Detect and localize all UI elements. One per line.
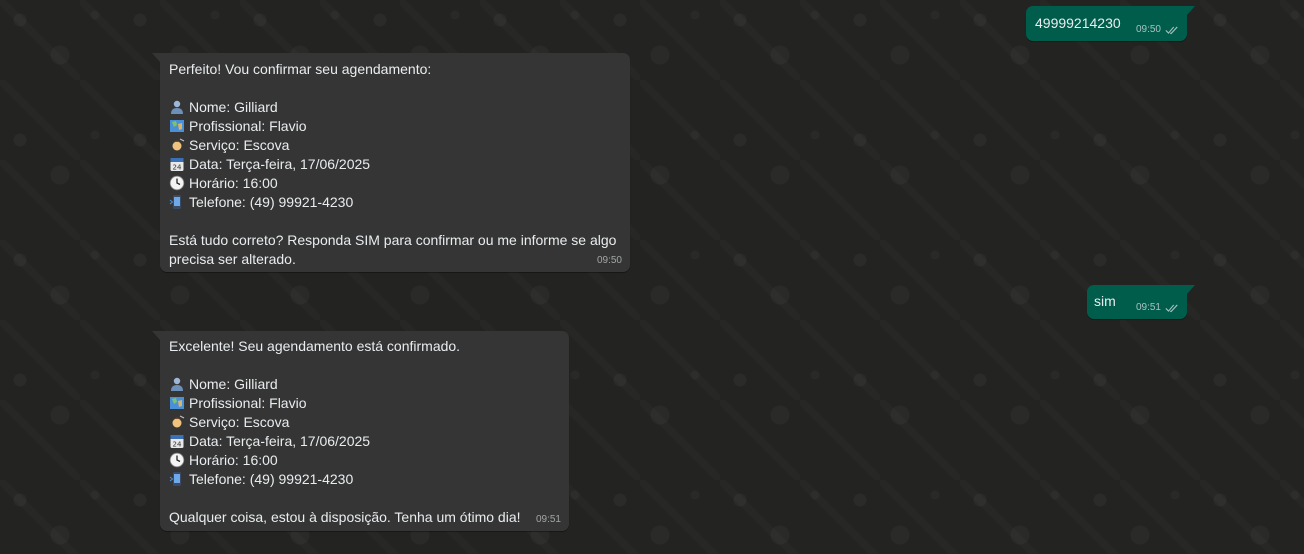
message-body: Perfeito! Vou confirmar seu agendamento:… [169, 60, 621, 269]
message-time: 09:50 [1135, 24, 1161, 35]
chat-panel: 49999214230 09:50 Perfeito! Vou confirma… [0, 0, 1304, 554]
message-line: Nome: Gilliard [169, 98, 621, 117]
message-line: Horário: 16:00 [169, 451, 560, 470]
message-time: 09:51 [1135, 302, 1161, 313]
clock-icon [169, 452, 185, 468]
message-line-text: Telefone: (49) 99921-4230 [189, 471, 354, 487]
message-bubble-outgoing[interactable]: 49999214230 09:50 [1026, 6, 1195, 41]
message-line-text: Data: Terça-feira, 17/06/2025 [189, 433, 371, 449]
double-check-icon [1165, 26, 1178, 35]
message-line: Profissional: Flavio [169, 117, 621, 136]
message-line-text: Serviço: Escova [189, 137, 290, 153]
message-line-text: Serviço: Escova [189, 414, 290, 430]
message-line-text: Qualquer coisa, estou à disposição. Tenh… [169, 509, 521, 525]
message-line: Profissional: Flavio [169, 394, 560, 413]
message-meta: 09:51 [536, 514, 561, 526]
message-line: Serviço: Escova [169, 413, 560, 432]
message-meta: 09:51 [1136, 302, 1179, 314]
message-line: Perfeito! Vou confirmar seu agendamento: [169, 60, 621, 79]
message-line: Serviço: Escova [169, 136, 621, 155]
message-meta: 09:50 [1136, 24, 1179, 36]
message-time: 09:50 [596, 255, 622, 266]
message-line [169, 212, 621, 231]
bust-in-silhouette-icon [169, 99, 185, 115]
message-line: Excelente! Seu agendamento está confirma… [169, 337, 560, 356]
calendar-icon: 24 [169, 156, 185, 172]
haircut-icon [169, 137, 185, 153]
message-line: Nome: Gilliard [169, 375, 560, 394]
message-line: Telefone: (49) 99921-4230 [169, 470, 560, 489]
message-line: Telefone: (49) 99921-4230 [169, 193, 621, 212]
message-line [169, 356, 560, 375]
message-time: 09:51 [535, 514, 561, 525]
mobile-phone-icon [169, 471, 185, 487]
message-bubble-incoming[interactable]: Excelente! Seu agendamento está confirma… [152, 331, 569, 531]
message-meta: 09:50 [597, 255, 622, 267]
message-line-text: Data: Terça-feira, 17/06/2025 [189, 156, 371, 172]
svg-text:24: 24 [173, 441, 182, 449]
message-line: Horário: 16:00 [169, 174, 621, 193]
message-line-text: Nome: Gilliard [189, 99, 278, 115]
message-line-text: Profissional: Flavio [189, 395, 307, 411]
message-line [169, 79, 621, 98]
svg-text:24: 24 [173, 164, 182, 172]
message-line: 24 Data: Terça-feira, 17/06/2025 [169, 155, 621, 174]
calendar-icon: 24 [169, 433, 185, 449]
message-line-text: Está tudo correto? Responda SIM para con… [169, 232, 617, 248]
mobile-phone-icon [169, 194, 185, 210]
world-map-icon [169, 118, 185, 134]
message-line-text: Horário: 16:00 [189, 175, 278, 191]
message-line-text: Perfeito! Vou confirmar seu agendamento: [169, 61, 432, 77]
message-line: Qualquer coisa, estou à disposição. Tenh… [169, 508, 560, 527]
world-map-icon [169, 395, 185, 411]
message-line: Está tudo correto? Responda SIM para con… [169, 231, 621, 250]
message-line-text: Horário: 16:00 [189, 452, 278, 468]
message-body: Excelente! Seu agendamento está confirma… [169, 337, 560, 527]
message-line-text: Nome: Gilliard [189, 376, 278, 392]
bust-in-silhouette-icon [169, 376, 185, 392]
message-line: 24 Data: Terça-feira, 17/06/2025 [169, 432, 560, 451]
message-line-text: Profissional: Flavio [189, 118, 307, 134]
double-check-icon [1165, 304, 1178, 313]
message-bubble-incoming[interactable]: Perfeito! Vou confirmar seu agendamento:… [152, 53, 630, 272]
message-line-text: Excelente! Seu agendamento está confirma… [169, 338, 461, 354]
message-line: precisa ser alterado. [169, 250, 621, 269]
message-line-text: precisa ser alterado. [169, 251, 296, 267]
haircut-icon [169, 414, 185, 430]
message-line-text: Telefone: (49) 99921-4230 [189, 194, 354, 210]
clock-icon [169, 175, 185, 191]
message-line [169, 489, 560, 508]
message-bubble-outgoing[interactable]: sim 09:51 [1087, 285, 1195, 319]
